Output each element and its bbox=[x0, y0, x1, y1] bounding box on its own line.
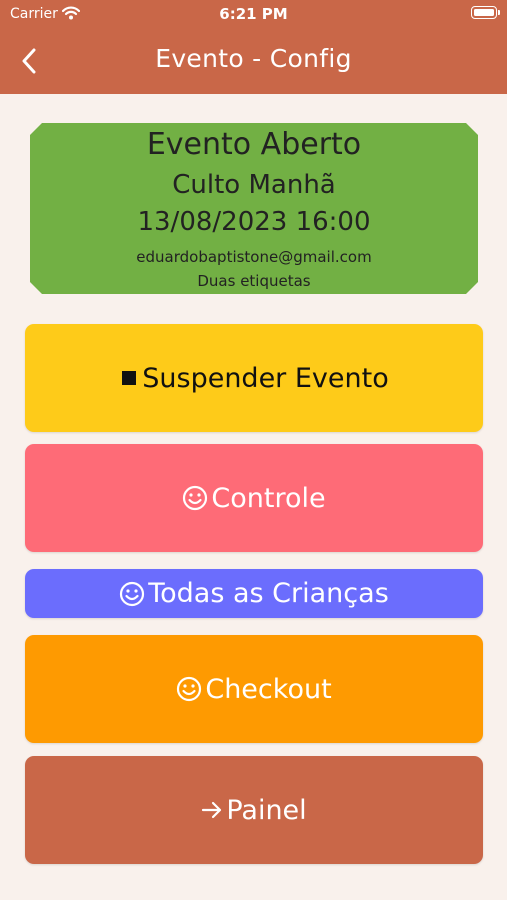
all-children-button[interactable]: Todas as Crianças bbox=[25, 569, 483, 618]
battery-icon bbox=[471, 6, 500, 19]
event-status: Evento Aberto bbox=[146, 127, 362, 162]
suspend-event-button[interactable]: Suspender Evento bbox=[25, 324, 483, 432]
event-labels: Duas etiquetas bbox=[197, 272, 311, 290]
page-title: Evento - Config bbox=[155, 44, 352, 73]
checkout-label: Checkout bbox=[205, 673, 332, 705]
smiley-icon bbox=[182, 485, 208, 511]
event-datetime: 13/08/2023 16:00 bbox=[137, 207, 371, 237]
all-children-label: Todas as Crianças bbox=[148, 578, 389, 609]
event-name: Culto Manhã bbox=[172, 170, 336, 200]
controle-button[interactable]: Controle bbox=[25, 444, 483, 552]
event-info-card: Evento Aberto Culto Manhã 13/08/2023 16:… bbox=[30, 123, 478, 294]
suspend-event-label: Suspender Evento bbox=[142, 362, 389, 394]
controle-label: Controle bbox=[211, 482, 326, 514]
status-bar: Carrier 6:21 PM bbox=[0, 0, 507, 30]
arrow-right-icon bbox=[201, 800, 223, 820]
stop-icon bbox=[119, 368, 139, 388]
painel-label: Painel bbox=[226, 794, 307, 826]
smiley-icon bbox=[119, 581, 145, 607]
painel-button[interactable]: Painel bbox=[25, 756, 483, 864]
checkout-button[interactable]: Checkout bbox=[25, 635, 483, 743]
smiley-icon bbox=[176, 676, 202, 702]
clock: 6:21 PM bbox=[219, 5, 288, 23]
event-email: eduardobaptistone@gmail.com bbox=[136, 248, 372, 266]
app-bar: Evento - Config bbox=[0, 30, 507, 94]
